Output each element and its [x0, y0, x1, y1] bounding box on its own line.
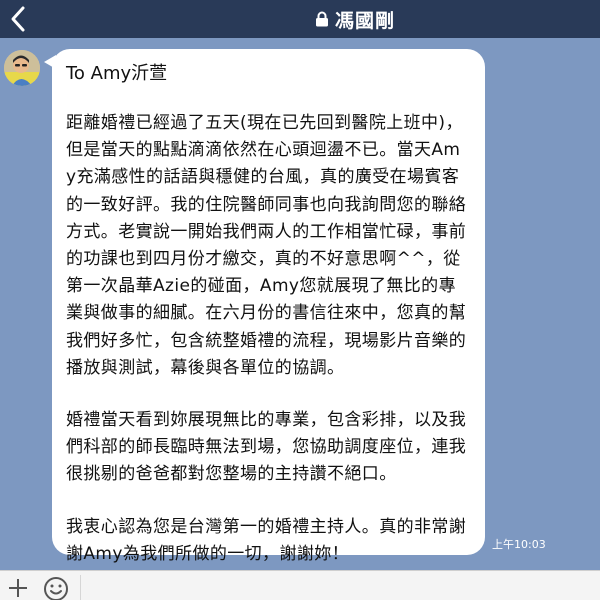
chat-area[interactable]: To Amy沂萱 距離婚禮已經過了五天(現在已先回到醫院上班中)，但是當天的點點…: [0, 38, 600, 570]
emoji-button[interactable]: [42, 575, 70, 600]
plus-icon: [9, 579, 27, 597]
emoji-icon: [44, 577, 68, 600]
input-bar: [0, 570, 600, 600]
message-timestamp: 上午10:03: [492, 538, 546, 551]
message-paragraph-1: 距離婚禮已經過了五天(現在已先回到醫院上班中)，但是當天的點點滴滴依然在心頭迴盪…: [66, 113, 467, 378]
user-avatar[interactable]: [4, 50, 40, 86]
message-paragraph-3: 我衷心認為您是台灣第一的婚禮主持人。真的非常謝謝Amy為我們所做的一切，謝謝妳！: [66, 516, 467, 564]
lock-icon: [315, 11, 328, 27]
chat-header: 馮國剛: [0, 0, 600, 38]
message-input[interactable]: [80, 575, 594, 600]
message-bubble[interactable]: To Amy沂萱 距離婚禮已經過了五天(現在已先回到醫院上班中)，但是當天的點點…: [52, 49, 485, 564]
header-title-group: 馮國剛: [0, 0, 600, 38]
avatar-image: [4, 50, 40, 86]
add-button[interactable]: [6, 576, 30, 600]
message-greeting: To Amy沂萱: [66, 63, 168, 84]
chat-title: 馮國剛: [334, 9, 395, 32]
message-paragraph-2: 婚禮當天看到妳展現無比的專業，包含彩排，以及我們科部的師長臨時無法到場，您協助調…: [66, 410, 467, 485]
